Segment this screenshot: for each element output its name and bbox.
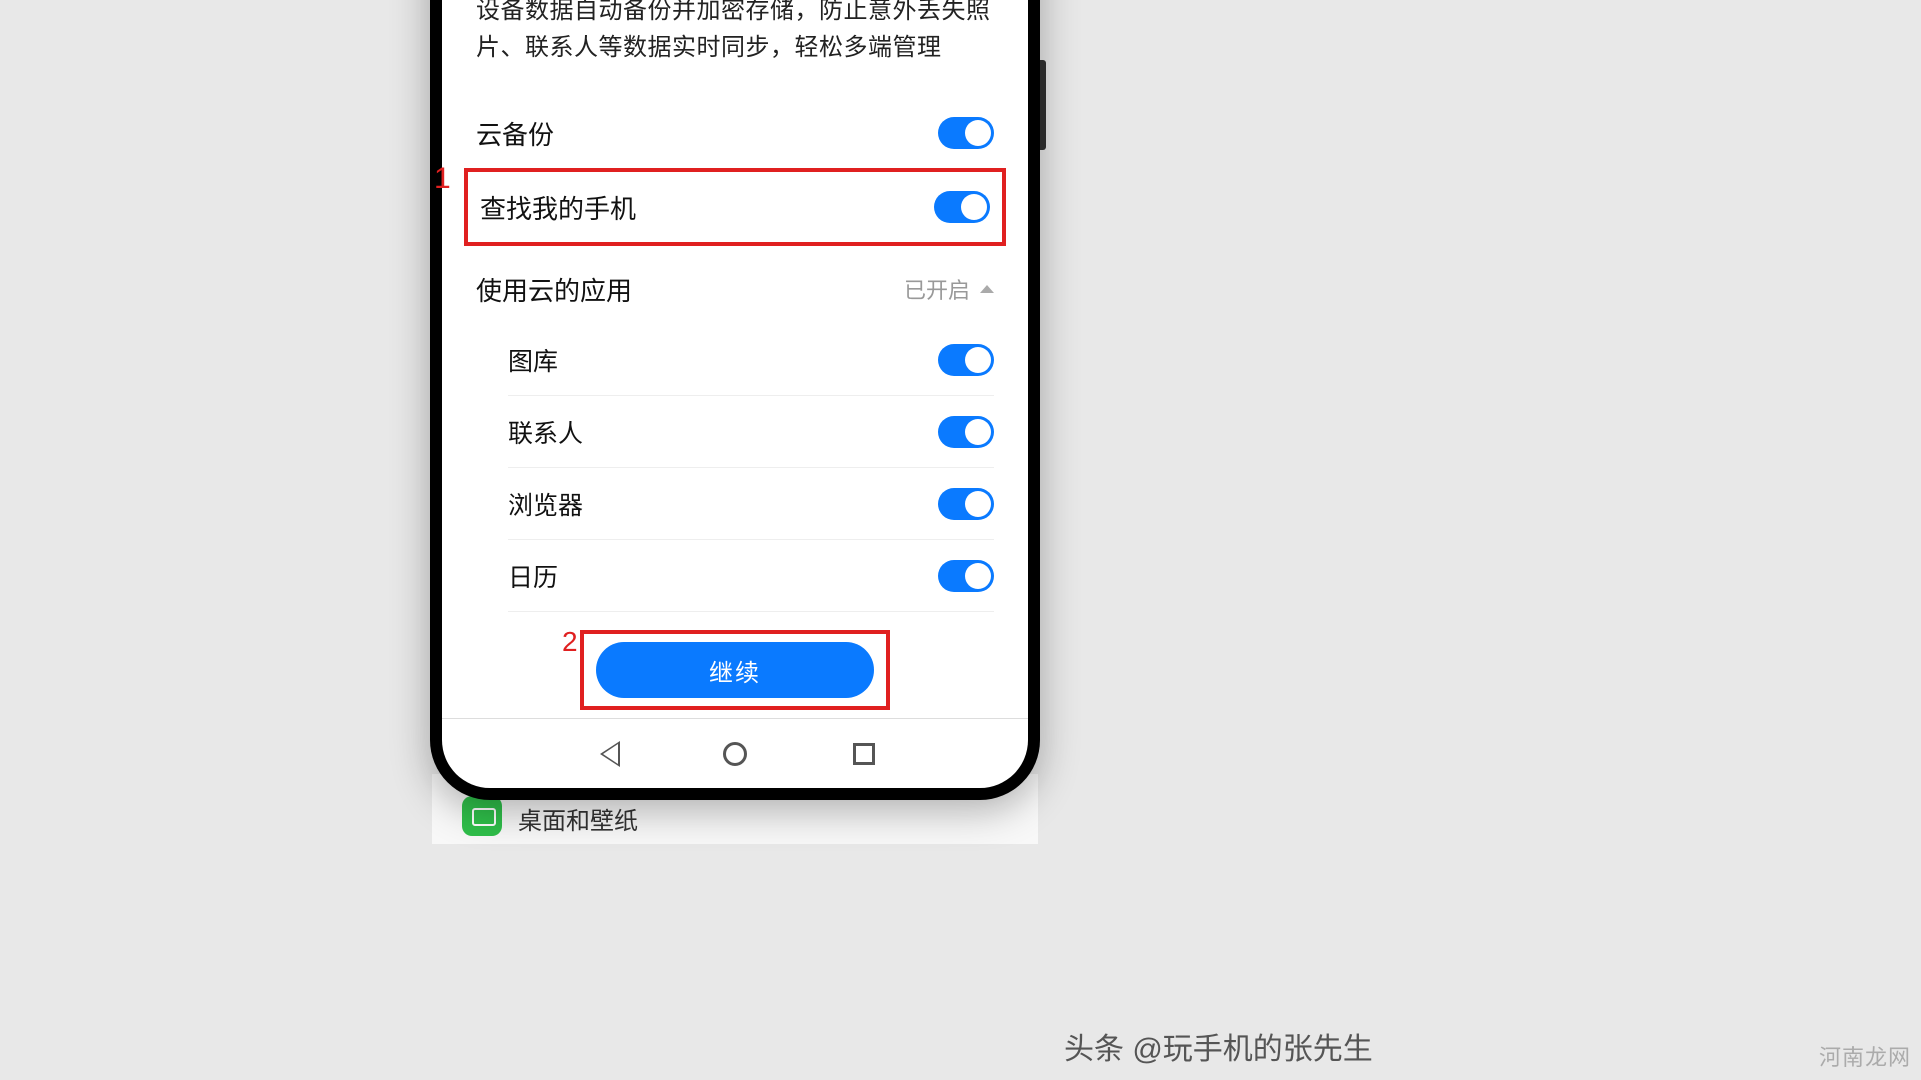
label-contacts: 联系人 <box>508 414 583 450</box>
toggle-browser[interactable] <box>938 488 994 520</box>
toggle-calendar[interactable] <box>938 560 994 592</box>
row-gallery[interactable]: 图库 <box>508 324 994 396</box>
annotation-2: 2 <box>562 626 578 658</box>
phone-frame: 设备数据自动备份并加密存储，防止意外丢失照片、联系人等数据实时同步，轻松多端管理… <box>430 0 1040 800</box>
label-browser: 浏览器 <box>508 486 583 522</box>
phone-screen: 设备数据自动备份并加密存储，防止意外丢失照片、联系人等数据实时同步，轻松多端管理… <box>442 0 1028 788</box>
phone-side-button <box>1040 60 1046 150</box>
watermark-site: 河南龙网 <box>1819 1040 1911 1072</box>
row-cloud-backup[interactable]: 云备份 <box>476 98 994 168</box>
label-gallery: 图库 <box>508 342 558 378</box>
chevron-up-icon <box>980 285 994 293</box>
nav-recent-icon[interactable] <box>850 740 878 768</box>
label-calendar: 日历 <box>508 558 558 594</box>
wallpaper-label: 桌面和壁纸 <box>518 801 638 836</box>
label-cloud-backup: 云备份 <box>476 115 554 152</box>
nav-bar <box>442 718 1028 788</box>
row-contacts[interactable]: 联系人 <box>508 396 994 468</box>
cloud-apps-status-wrap: 已开启 <box>904 273 994 305</box>
row-find-my-phone[interactable]: 查找我的手机 <box>464 168 1006 246</box>
toggle-cloud-backup[interactable] <box>938 117 994 149</box>
screen-content: 设备数据自动备份并加密存储，防止意外丢失照片、联系人等数据实时同步，轻松多端管理… <box>442 0 1028 710</box>
toggle-gallery[interactable] <box>938 344 994 376</box>
wallpaper-icon <box>462 796 502 836</box>
toggle-contacts[interactable] <box>938 416 994 448</box>
nav-home-icon[interactable] <box>721 740 749 768</box>
cloud-apps-status: 已开启 <box>904 273 970 305</box>
row-calendar[interactable]: 日历 <box>508 540 994 612</box>
annotation-1: 1 <box>434 162 451 196</box>
label-find-my-phone: 查找我的手机 <box>480 189 636 226</box>
continue-button[interactable]: 继续 <box>596 642 874 698</box>
toggle-find-my-phone[interactable] <box>934 191 990 223</box>
watermark-author: 头条 @玩手机的张先生 <box>1064 1024 1373 1068</box>
nav-back-icon[interactable] <box>592 740 620 768</box>
cloud-description: 设备数据自动备份并加密存储，防止意外丢失照片、联系人等数据实时同步，轻松多端管理 <box>476 0 994 66</box>
continue-highlight-box: 继续 <box>580 630 890 710</box>
row-cloud-apps[interactable]: 使用云的应用 已开启 <box>476 254 994 324</box>
row-browser[interactable]: 浏览器 <box>508 468 994 540</box>
label-cloud-apps: 使用云的应用 <box>476 271 632 308</box>
